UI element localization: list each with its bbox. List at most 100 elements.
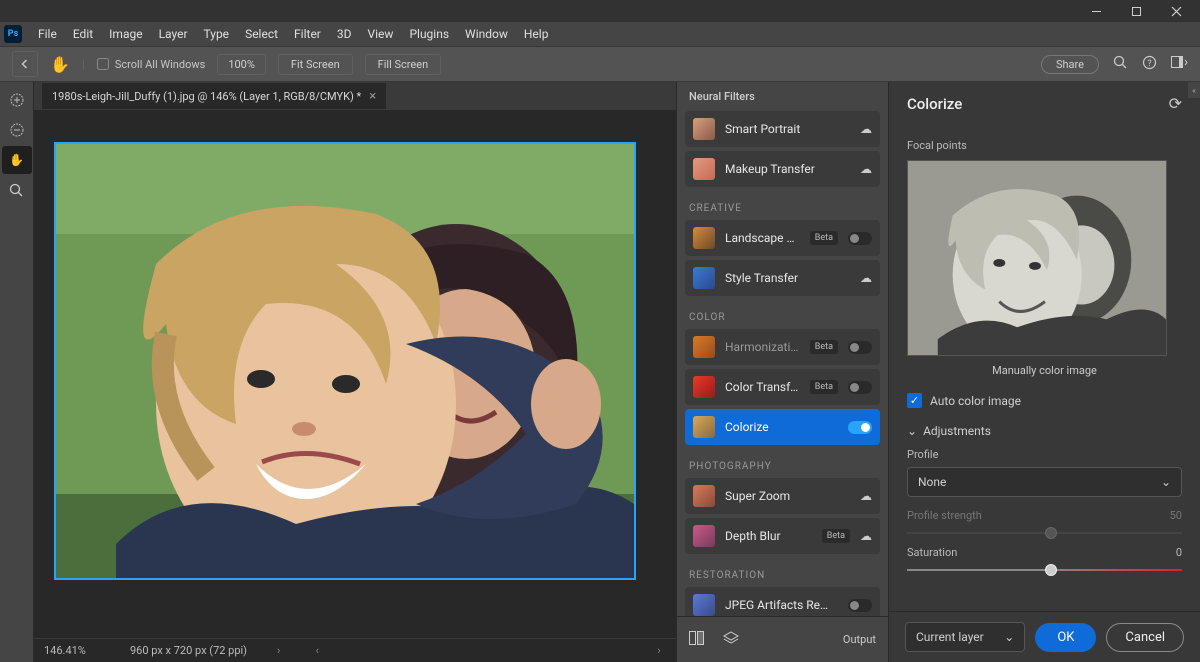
focal-points-preview[interactable]	[907, 160, 1167, 356]
fill-screen-button[interactable]: Fill Screen	[365, 54, 442, 75]
filter-color-transfer[interactable]: Color Transfer Beta	[685, 369, 880, 405]
menu-type[interactable]: Type	[196, 23, 238, 45]
cloud-icon: ☁	[860, 162, 872, 176]
output-label: Output	[843, 633, 876, 646]
cloud-icon: ☁	[860, 489, 872, 503]
share-button[interactable]: Share	[1041, 55, 1099, 74]
filter-label: Style Transfer	[725, 271, 850, 285]
before-after-icon[interactable]	[689, 631, 705, 649]
cloud-icon: ☁	[860, 529, 872, 543]
add-tool-icon[interactable]	[2, 86, 32, 114]
profile-strength-slider	[907, 532, 1182, 534]
filter-super-zoom[interactable]: Super Zoom ☁	[685, 478, 880, 514]
profile-label: Profile	[907, 448, 938, 461]
filter-toggle[interactable]	[848, 599, 872, 612]
filter-colorize[interactable]: Colorize	[685, 409, 880, 445]
menu-image[interactable]: Image	[101, 23, 150, 45]
filter-makeup-transfer[interactable]: Makeup Transfer ☁	[685, 151, 880, 187]
menu-edit[interactable]: Edit	[65, 23, 101, 45]
settings-title: Colorize	[907, 95, 962, 113]
status-zoom[interactable]: 146.41%	[44, 644, 100, 657]
ok-button[interactable]: OK	[1035, 623, 1096, 652]
window-close-button[interactable]	[1156, 0, 1196, 22]
filter-label: Smart Portrait	[725, 122, 850, 136]
menu-select[interactable]: Select	[237, 23, 286, 45]
filter-landscape-mixer[interactable]: Landscape Mi... Beta	[685, 220, 880, 256]
horizontal-scrollbar[interactable]: ‹›	[310, 644, 666, 658]
auto-color-checkbox[interactable]: ✓ Auto color image	[907, 393, 1182, 408]
filter-panel-footer: Output	[677, 616, 888, 662]
menu-window[interactable]: Window	[457, 23, 516, 45]
back-button[interactable]	[12, 51, 38, 77]
search-icon[interactable]	[1113, 55, 1128, 73]
app-logo-icon: Ps	[4, 25, 22, 43]
status-chevron-icon[interactable]: ›	[277, 644, 280, 657]
filter-label: Super Zoom	[725, 489, 850, 503]
window-minimize-button[interactable]	[1076, 0, 1116, 22]
beta-badge: Beta	[810, 340, 838, 354]
menu-filter[interactable]: Filter	[286, 23, 329, 45]
status-bar: 146.41% 960 px x 720 px (72 ppi) › ‹›	[34, 638, 676, 662]
menu-file[interactable]: File	[30, 23, 65, 45]
menu-3d[interactable]: 3D	[329, 23, 360, 45]
neural-filters-panel: Neural Filters Smart Portrait ☁ Makeup T…	[676, 82, 888, 662]
preview-caption: Manually color image	[907, 364, 1182, 377]
status-dimensions: 960 px x 720 px (72 ppi)	[130, 644, 247, 657]
filter-label: Makeup Transfer	[725, 162, 850, 176]
section-restoration: RESTORATION	[685, 558, 880, 587]
filter-toggle[interactable]	[848, 341, 872, 354]
window-titlebar	[0, 0, 1200, 22]
beta-badge: Beta	[822, 529, 850, 543]
menu-layer[interactable]: Layer	[151, 23, 196, 45]
menu-view[interactable]: View	[360, 23, 402, 45]
options-bar: ✋ | Scroll All Windows 100% Fit Screen F…	[0, 46, 1200, 82]
right-panel-expand-icon[interactable]: «	[1188, 82, 1200, 98]
cancel-button[interactable]: Cancel	[1106, 623, 1184, 652]
filter-jpeg-artifacts[interactable]: JPEG Artifacts Removal	[685, 587, 880, 616]
document-tabs: 1980s-Leigh-Jill_Duffy (1).jpg @ 146% (L…	[34, 82, 676, 110]
menu-help[interactable]: Help	[516, 23, 557, 45]
help-icon[interactable]: ?	[1142, 55, 1157, 73]
beta-badge: Beta	[810, 380, 838, 394]
settings-footer: Current layer ⌄ OK Cancel	[889, 611, 1200, 662]
filter-smart-portrait[interactable]: Smart Portrait ☁	[685, 111, 880, 147]
section-creative: CREATIVE	[685, 191, 880, 220]
output-dropdown[interactable]: Current layer ⌄	[905, 622, 1025, 652]
filter-toggle[interactable]	[848, 421, 872, 434]
adjustments-label: Adjustments	[923, 424, 991, 438]
output-value: Current layer	[916, 630, 984, 644]
saturation-label: Saturation	[907, 546, 957, 559]
filter-style-transfer[interactable]: Style Transfer ☁	[685, 260, 880, 296]
menu-plugins[interactable]: Plugins	[401, 23, 457, 45]
reset-icon[interactable]: ⟳	[1169, 94, 1182, 113]
profile-strength-label: Profile strength	[907, 509, 982, 522]
canvas-image	[56, 144, 634, 578]
canvas-area: 1980s-Leigh-Jill_Duffy (1).jpg @ 146% (L…	[34, 82, 676, 662]
profile-dropdown[interactable]: None ⌄	[907, 467, 1182, 497]
workspace-switcher-icon[interactable]	[1171, 56, 1188, 72]
window-maximize-button[interactable]	[1116, 0, 1156, 22]
saturation-slider[interactable]	[907, 569, 1182, 571]
svg-text:?: ?	[1147, 59, 1151, 69]
filter-depth-blur[interactable]: Depth Blur Beta ☁	[685, 518, 880, 554]
subtract-tool-icon[interactable]	[2, 116, 32, 144]
filter-label: Depth Blur	[725, 529, 812, 543]
zoom-tool-icon[interactable]	[2, 176, 32, 204]
cloud-icon: ☁	[860, 271, 872, 285]
filter-toggle[interactable]	[848, 381, 872, 394]
adjustments-section[interactable]: ⌄ Adjustments	[907, 424, 1182, 438]
cloud-icon: ☁	[860, 122, 872, 136]
neural-filters-tab[interactable]: Neural Filters	[677, 82, 767, 109]
filter-label: JPEG Artifacts Removal	[725, 598, 838, 612]
scroll-all-windows-checkbox[interactable]: Scroll All Windows	[97, 58, 205, 71]
hand-tool-icon[interactable]: ✋	[2, 146, 32, 174]
canvas-viewport[interactable]	[34, 110, 676, 638]
close-tab-icon[interactable]: ×	[369, 89, 376, 104]
fit-screen-button[interactable]: Fit Screen	[278, 54, 353, 75]
filter-harmonization[interactable]: Harmonization Beta	[685, 329, 880, 365]
layers-icon[interactable]	[723, 631, 739, 649]
filter-toggle[interactable]	[848, 232, 872, 245]
zoom-percent-field[interactable]: 100%	[217, 54, 266, 75]
saturation-value: 0	[1176, 546, 1182, 559]
document-tab[interactable]: 1980s-Leigh-Jill_Duffy (1).jpg @ 146% (L…	[42, 83, 386, 109]
